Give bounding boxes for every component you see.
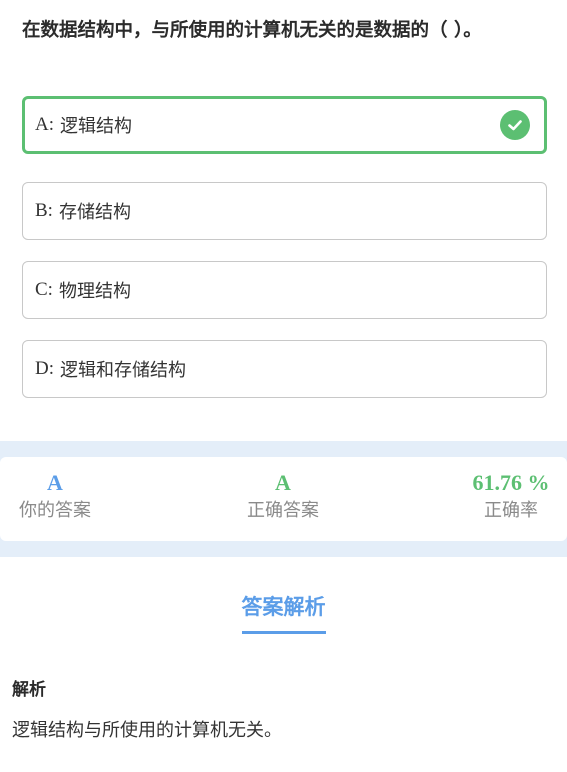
accuracy-stat: 61.76 % 正确率 (431, 457, 567, 524)
option-text: 逻辑结构 (60, 116, 132, 137)
correct-answer-stat: A 正确答案 (203, 457, 363, 524)
accuracy-value: 61.76 % (472, 470, 550, 495)
correct-answer-value: A (275, 470, 291, 495)
option-b[interactable]: B: 存储结构 (22, 182, 547, 240)
question-text: 在数据结构中，与所使用的计算机无关的是数据的（ ）。 (22, 20, 482, 41)
option-text: 逻辑和存储结构 (60, 360, 186, 381)
analysis-heading: 解析 (12, 680, 46, 700)
option-letter: B: (35, 200, 53, 221)
option-letter: D: (35, 358, 54, 379)
option-text: 存储结构 (58, 202, 131, 223)
accuracy-label: 正确率 (484, 500, 538, 521)
analysis-section-title: 答案解析 (0, 592, 567, 634)
stats-panel: A 你的答案 A 正确答案 61.76 % 正确率 (0, 441, 567, 557)
correct-answer-label: 正确答案 (247, 500, 319, 521)
analysis-tab[interactable]: 答案解析 (241, 592, 326, 634)
option-letter: A: (35, 114, 54, 135)
your-answer-stat: A 你的答案 (0, 457, 135, 524)
your-answer-value: A (47, 470, 63, 495)
stats-card: A 你的答案 A 正确答案 61.76 % 正确率 (0, 457, 567, 541)
option-c[interactable]: C: 物理结构 (22, 261, 547, 319)
check-circle-icon (500, 110, 530, 140)
your-answer-label: 你的答案 (19, 500, 91, 521)
analysis-body: 逻辑结构与所使用的计算机无关。 (12, 720, 282, 741)
option-a[interactable]: A: 逻辑结构 (22, 96, 547, 154)
option-text: 物理结构 (58, 281, 131, 302)
option-d[interactable]: D: 逻辑和存储结构 (22, 340, 547, 398)
option-letter: C: (35, 279, 53, 300)
